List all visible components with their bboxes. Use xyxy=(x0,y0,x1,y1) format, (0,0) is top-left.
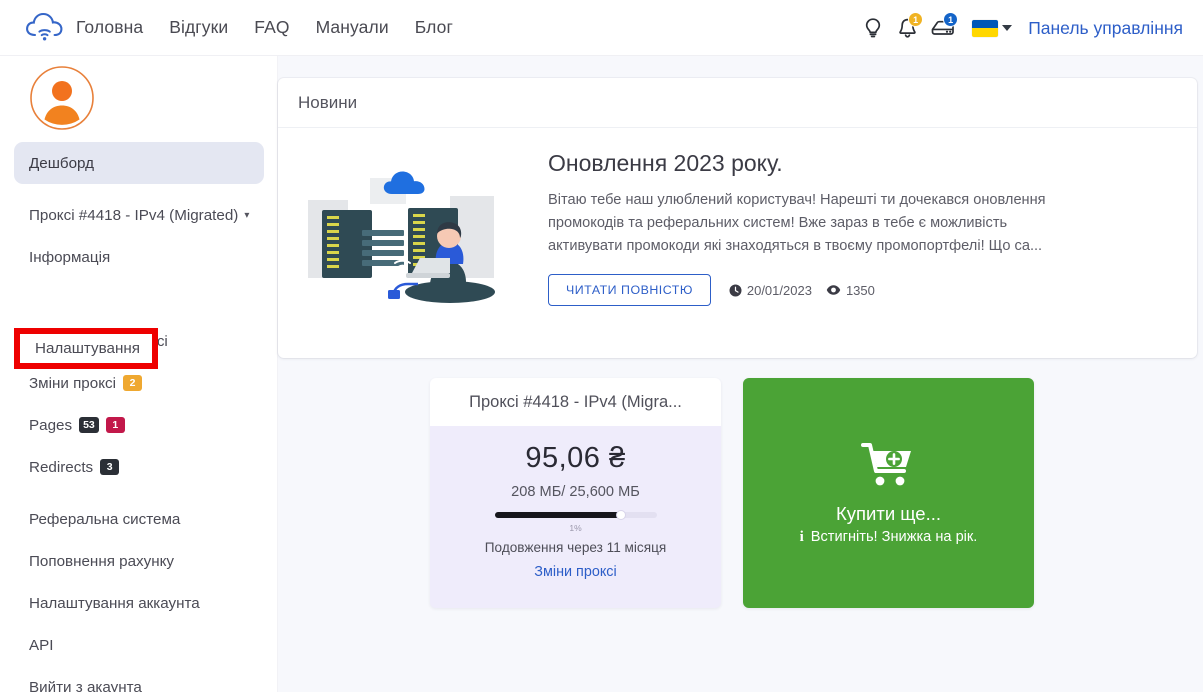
sidebar-item-label: Зміни проксі xyxy=(29,375,116,392)
main-content: Новини xyxy=(278,56,1203,692)
sidebar-item-label: API xyxy=(29,637,53,654)
nav-link-blog[interactable]: Блог xyxy=(415,17,453,38)
sidebar: Дешборд Проксі #4418 - IPv4 (Migrated) ▾… xyxy=(0,56,278,692)
proxy-price: 95,06 ₴ xyxy=(430,442,721,475)
buy-more-card[interactable]: Купити ще... i Встигніть! Знижка на рік. xyxy=(743,378,1034,608)
buy-more-subtitle: i Встигніть! Знижка на рік. xyxy=(800,529,978,546)
chevron-down-icon: ▾ xyxy=(244,210,249,221)
sidebar-item-label: Налаштування xyxy=(35,340,140,357)
news-views-text: 1350 xyxy=(846,283,875,298)
sidebar-item-label: Інформація xyxy=(29,249,110,266)
ukraine-flag-icon xyxy=(972,20,998,37)
sidebar-item-account-settings[interactable]: Налаштування аккаунта xyxy=(0,582,278,624)
chevron-down-icon xyxy=(1002,25,1012,31)
eye-icon xyxy=(826,284,841,296)
traffic-progress-percent: 1% xyxy=(430,523,721,533)
sidebar-item-logout[interactable]: Вийти з акаунта xyxy=(0,666,278,692)
news-excerpt: Вітаю тебе наш улюблений користувач! Нар… xyxy=(548,189,1048,258)
sidebar-item-label: Pages xyxy=(29,417,72,434)
nav-link-home[interactable]: Головна xyxy=(76,17,143,38)
pages-alert-badge: 1 xyxy=(106,417,125,433)
news-card: Новини xyxy=(278,78,1197,358)
stats-row: Проксі #4418 - IPv4 (Migra... 95,06 ₴ 20… xyxy=(430,378,1034,608)
proxy-renewal-text: Подовження через 11 місяця xyxy=(430,540,721,555)
news-views: 1350 xyxy=(826,283,875,298)
news-actions: ЧИТАТИ ПОВНІСТЮ 20/01/2023 xyxy=(548,274,1173,306)
sidebar-item-label: Реферальна система xyxy=(29,511,180,528)
traffic-progress-fill xyxy=(495,512,621,518)
read-full-button[interactable]: ЧИТАТИ ПОВНІСТЮ xyxy=(548,274,711,306)
sidebar-item-label: Поповнення рахунку xyxy=(29,553,174,570)
sidebar-item-api[interactable]: API xyxy=(0,624,278,666)
sidebar-item-label: Вийти з акаунта xyxy=(29,679,142,692)
news-title: Оновлення 2023 року. xyxy=(548,150,1173,177)
news-card-header: Новини xyxy=(278,78,1197,128)
change-proxy-link[interactable]: Зміни проксі xyxy=(430,564,721,580)
change-proxy-count-badge: 2 xyxy=(123,375,142,391)
control-panel-link[interactable]: Панель управління xyxy=(1028,18,1183,39)
cloud-wifi-logo[interactable] xyxy=(22,10,68,46)
lightbulb-button[interactable] xyxy=(856,11,890,45)
pages-count-badge: 53 xyxy=(79,417,99,433)
news-text-block: Оновлення 2023 року. Вітаю тебе наш улюб… xyxy=(530,146,1173,321)
traffic-progress-bar[interactable] xyxy=(495,512,657,518)
server-button[interactable]: 1 xyxy=(924,11,962,45)
news-date: 20/01/2023 xyxy=(729,283,812,298)
language-selector[interactable] xyxy=(972,20,1012,37)
news-date-text: 20/01/2023 xyxy=(747,283,812,298)
buy-more-title: Купити ще... xyxy=(836,503,941,525)
sidebar-menu: Дешборд Проксі #4418 - IPv4 (Migrated) ▾… xyxy=(0,142,278,692)
redirects-count-badge: 3 xyxy=(100,459,119,475)
cart-plus-icon xyxy=(861,441,917,491)
notifications-button[interactable]: 1 xyxy=(890,11,924,45)
proxy-summary-card: Проксі #4418 - IPv4 (Migra... 95,06 ₴ 20… xyxy=(430,378,721,608)
news-meta: 20/01/2023 1350 xyxy=(729,283,875,298)
proxy-card-body: 95,06 ₴ 208 МБ/ 25,600 МБ 1% Подовження … xyxy=(430,426,721,580)
info-icon: i xyxy=(800,529,804,546)
nav-link-manuals[interactable]: Мануали xyxy=(316,17,389,38)
app-root: Головна Відгуки FAQ Мануали Блог 1 xyxy=(0,0,1203,692)
lightbulb-icon xyxy=(863,17,883,39)
buy-more-subtitle-text: Встигніть! Знижка на рік. xyxy=(811,529,978,545)
sidebar-item-label: Проксі #4418 - IPv4 (Migrated) xyxy=(29,207,238,224)
top-nav-actions: 1 1 Панель управління xyxy=(856,0,1189,56)
sidebar-item-settings[interactable]: Налаштування xyxy=(14,328,158,369)
sidebar-item-information[interactable]: Інформація xyxy=(0,236,278,278)
user-avatar-icon xyxy=(29,65,95,131)
news-card-body: Оновлення 2023 року. Вітаю тебе наш улюб… xyxy=(278,128,1197,321)
clock-icon xyxy=(729,284,742,297)
sidebar-item-referral[interactable]: Реферальна система xyxy=(0,498,278,540)
nav-link-reviews[interactable]: Відгуки xyxy=(169,17,228,38)
body-area: Дешборд Проксі #4418 - IPv4 (Migrated) ▾… xyxy=(0,56,1203,692)
sidebar-item-pages[interactable]: Pages 53 1 xyxy=(0,404,278,446)
sidebar-item-proxy-selector[interactable]: Проксі #4418 - IPv4 (Migrated) ▾ xyxy=(0,194,278,236)
news-illustration xyxy=(300,146,530,321)
sidebar-item-topup[interactable]: Поповнення рахунку xyxy=(0,540,278,582)
top-navigation-bar: Головна Відгуки FAQ Мануали Блог 1 xyxy=(0,0,1203,56)
primary-nav-links: Головна Відгуки FAQ Мануали Блог xyxy=(76,17,453,38)
nav-link-faq[interactable]: FAQ xyxy=(254,17,289,38)
avatar[interactable] xyxy=(29,65,95,131)
sidebar-item-label: Налаштування аккаунта xyxy=(29,595,200,612)
proxy-traffic: 208 МБ/ 25,600 МБ xyxy=(430,484,721,500)
sidebar-item-redirects[interactable]: Redirects 3 xyxy=(0,446,278,488)
traffic-progress-handle[interactable] xyxy=(616,510,626,520)
sidebar-item-dashboard[interactable]: Дешборд xyxy=(14,142,264,184)
sidebar-item-label: Redirects xyxy=(29,459,93,476)
sidebar-item-label: Дешборд xyxy=(29,155,94,172)
server-rack-cloud-illustration xyxy=(300,166,516,316)
bell-badge: 1 xyxy=(908,12,923,27)
proxy-card-title[interactable]: Проксі #4418 - IPv4 (Migra... xyxy=(430,378,721,426)
cloud-wifi-logo-icon xyxy=(24,11,66,45)
